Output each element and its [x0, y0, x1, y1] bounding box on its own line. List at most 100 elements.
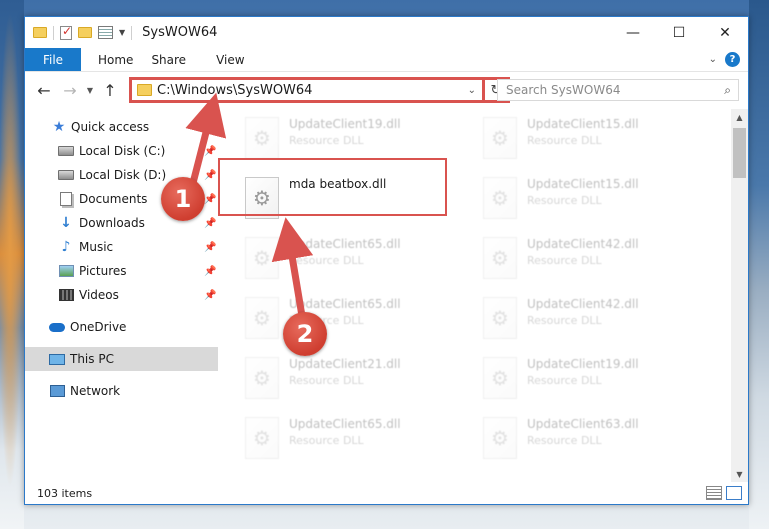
file-item[interactable]: ⚙ UpdateClient65.dll Resource DLL: [231, 291, 451, 347]
disk-icon: [58, 168, 74, 182]
pin-icon[interactable]: 📌: [204, 146, 216, 157]
address-dropdown-icon[interactable]: ⌄: [468, 85, 476, 96]
folder-icon: [33, 27, 47, 38]
toolbar-dropdown-icon[interactable]: ▼: [119, 28, 125, 37]
dll-file-icon: ⚙: [245, 357, 279, 399]
minimize-button[interactable]: —: [610, 17, 656, 48]
file-type: Resource DLL: [527, 134, 602, 147]
status-bar: 103 items: [25, 482, 748, 504]
file-item[interactable]: ⚙ UpdateClient15.dll Resource DLL: [469, 171, 689, 227]
file-type: Resource DLL: [527, 254, 602, 267]
tab-view[interactable]: View: [200, 48, 258, 71]
sidebar-item-label: OneDrive: [70, 320, 127, 334]
tiles-view-icon[interactable]: [726, 486, 742, 500]
step-1-marker: 1: [161, 177, 205, 221]
file-name: UpdateClient42.dll: [527, 297, 639, 311]
forward-arrow-icon[interactable]: →: [57, 81, 83, 100]
search-icon[interactable]: ⌕: [724, 83, 731, 98]
address-bar[interactable]: C:\Windows\SysWOW64 ⌄: [129, 77, 485, 103]
step-2-marker: 2: [283, 312, 327, 356]
pin-icon[interactable]: 📌: [204, 194, 216, 205]
file-explorer-window: ▼ SysWOW64 — ☐ ✕ File Home Share View ⌄ …: [24, 16, 749, 505]
file-item[interactable]: ⚙ UpdateClient63.dll Resource DLL: [469, 411, 689, 467]
pin-icon[interactable]: 📌: [204, 218, 216, 229]
details-view-icon[interactable]: [706, 486, 722, 500]
onedrive-icon: [49, 320, 65, 334]
pc-icon: [49, 352, 65, 366]
dll-file-icon: ⚙: [483, 117, 517, 159]
ribbon-tabs: File Home Share View ⌄ ?: [25, 48, 748, 72]
dll-file-icon: ⚙: [245, 297, 279, 339]
file-name: UpdateClient15.dll: [527, 117, 639, 131]
file-name: UpdateClient21.dll: [289, 357, 401, 371]
file-item[interactable]: ⚙ UpdateClient21.dll Resource DLL: [231, 351, 451, 407]
tab-home[interactable]: Home: [81, 48, 147, 71]
file-item[interactable]: ⚙ UpdateClient15.dll Resource DLL: [469, 111, 689, 167]
dll-file-icon: ⚙: [483, 177, 517, 219]
file-name: UpdateClient19.dll: [289, 117, 401, 131]
file-type: Resource DLL: [289, 434, 364, 447]
sidebar-item-onedrive[interactable]: OneDrive: [25, 315, 218, 339]
toolbar-divider: [131, 25, 133, 40]
search-input[interactable]: Search SysWOW64: [506, 83, 620, 97]
documents-icon: [58, 192, 74, 206]
desktop-background-left: [0, 0, 24, 529]
file-item[interactable]: ⚙ UpdateClient42.dll Resource DLL: [469, 291, 689, 347]
up-arrow-icon[interactable]: ↑: [97, 81, 123, 100]
selected-file-highlight: [218, 158, 447, 216]
sidebar-item-local-disk-c[interactable]: Local Disk (C:) 📌: [25, 139, 218, 163]
pin-icon[interactable]: 📌: [204, 170, 216, 181]
pictures-icon: [58, 264, 74, 278]
properties-check-icon[interactable]: [60, 24, 72, 40]
file-type: Resource DLL: [527, 194, 602, 207]
tab-share[interactable]: Share: [147, 48, 200, 71]
pin-icon[interactable]: 📌: [204, 242, 216, 253]
disk-icon: [58, 144, 74, 158]
downloads-icon: ↓: [60, 215, 72, 231]
desktop-background-right: [749, 0, 769, 529]
window-title: SysWOW64: [142, 25, 218, 40]
recent-locations-icon[interactable]: ▼: [83, 86, 97, 95]
file-item[interactable]: ⚙ UpdateClient19.dll Resource DLL: [469, 351, 689, 407]
back-arrow-icon[interactable]: ←: [31, 81, 57, 100]
videos-icon: [58, 288, 74, 302]
pin-icon[interactable]: 📌: [204, 290, 216, 301]
navigation-bar: ← → ▼ ↑ C:\Windows\SysWOW64 ⌄ ↻ Search S…: [25, 73, 748, 108]
help-button[interactable]: ?: [725, 52, 740, 67]
file-item[interactable]: ⚙ UpdateClient65.dll Resource DLL: [231, 231, 451, 287]
file-type: Resource DLL: [289, 374, 364, 387]
navigation-pane: ★ Quick access Local Disk (C:) 📌 Local D…: [25, 109, 218, 483]
sidebar-item-quick-access[interactable]: ★ Quick access: [25, 115, 218, 139]
file-item[interactable]: ⚙ UpdateClient65.dll Resource DLL: [231, 411, 451, 467]
maximize-button[interactable]: ☐: [656, 17, 702, 48]
expand-ribbon-icon[interactable]: ⌄: [709, 54, 717, 65]
sidebar-item-network[interactable]: Network: [25, 379, 218, 403]
address-path[interactable]: C:\Windows\SysWOW64: [157, 83, 312, 98]
new-folder-icon[interactable]: [78, 27, 92, 38]
sidebar-item-label: Pictures: [79, 264, 127, 278]
network-icon: [49, 384, 65, 398]
file-name: UpdateClient15.dll: [527, 177, 639, 191]
sidebar-item-label: Documents: [79, 192, 148, 206]
scroll-up-icon[interactable]: ▲: [731, 109, 748, 126]
customize-icon[interactable]: [98, 26, 113, 39]
close-button[interactable]: ✕: [702, 17, 748, 48]
search-box[interactable]: Search SysWOW64 ⌕: [497, 79, 739, 101]
sidebar-item-label: Network: [70, 384, 121, 398]
pin-icon[interactable]: 📌: [204, 266, 216, 277]
file-name: UpdateClient19.dll: [527, 357, 639, 371]
sidebar-item-pictures[interactable]: Pictures 📌: [25, 259, 218, 283]
sidebar-item-label: Local Disk (C:): [79, 144, 166, 158]
title-bar: ▼ SysWOW64 — ☐ ✕: [25, 17, 748, 48]
tab-file[interactable]: File: [25, 48, 81, 71]
scroll-thumb[interactable]: [733, 128, 746, 178]
dll-file-icon: ⚙: [483, 417, 517, 459]
sidebar-item-videos[interactable]: Videos 📌: [25, 283, 218, 307]
file-type: Resource DLL: [527, 314, 602, 327]
file-item[interactable]: ⚙ UpdateClient42.dll Resource DLL: [469, 231, 689, 287]
scroll-down-icon[interactable]: ▼: [731, 466, 748, 483]
vertical-scrollbar[interactable]: ▲ ▼: [731, 109, 748, 483]
folder-icon: [137, 84, 152, 96]
sidebar-item-music[interactable]: ♪ Music 📌: [25, 235, 218, 259]
sidebar-item-this-pc[interactable]: This PC: [25, 347, 218, 371]
